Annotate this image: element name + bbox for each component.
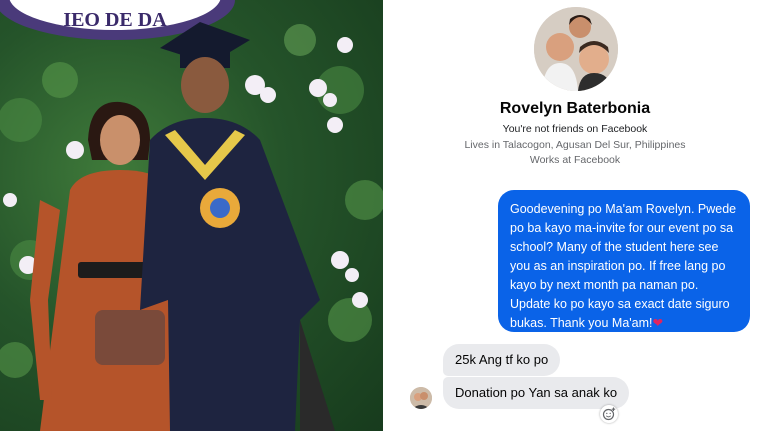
heart-emoji: ❤	[652, 316, 663, 330]
profile-location: Lives in Talacogon, Agusan Del Sur, Phil…	[464, 139, 686, 151]
photo-illustration: IEO DE DA	[0, 0, 383, 431]
profile-work: Works at Facebook	[529, 154, 621, 166]
friend-status: You're not friends on Facebook	[502, 123, 648, 135]
graduation-photo: IEO DE DA	[0, 0, 383, 431]
messenger-chat: Rovelyn Baterbonia You're not friends on…	[383, 0, 767, 431]
profile-avatar[interactable]	[534, 7, 618, 91]
outgoing-message-text: Goodevening po Ma'am Rovelyn. Pwede po b…	[510, 202, 737, 330]
profile-name[interactable]: Rovelyn Baterbonia	[383, 100, 767, 118]
add-reaction-icon[interactable]	[600, 405, 618, 423]
banner-text: IEO DE DA	[63, 9, 167, 31]
smiley-icon	[602, 407, 616, 421]
outgoing-message[interactable]: Goodevening po Ma'am Rovelyn. Pwede po b…	[498, 190, 750, 332]
avatar-photo-icon	[534, 7, 618, 91]
sender-avatar[interactable]	[410, 387, 432, 409]
graduate-figure	[140, 22, 335, 431]
incoming-message[interactable]: 25k Ang tf ko po	[443, 344, 561, 376]
sender-avatar-icon	[410, 387, 432, 409]
